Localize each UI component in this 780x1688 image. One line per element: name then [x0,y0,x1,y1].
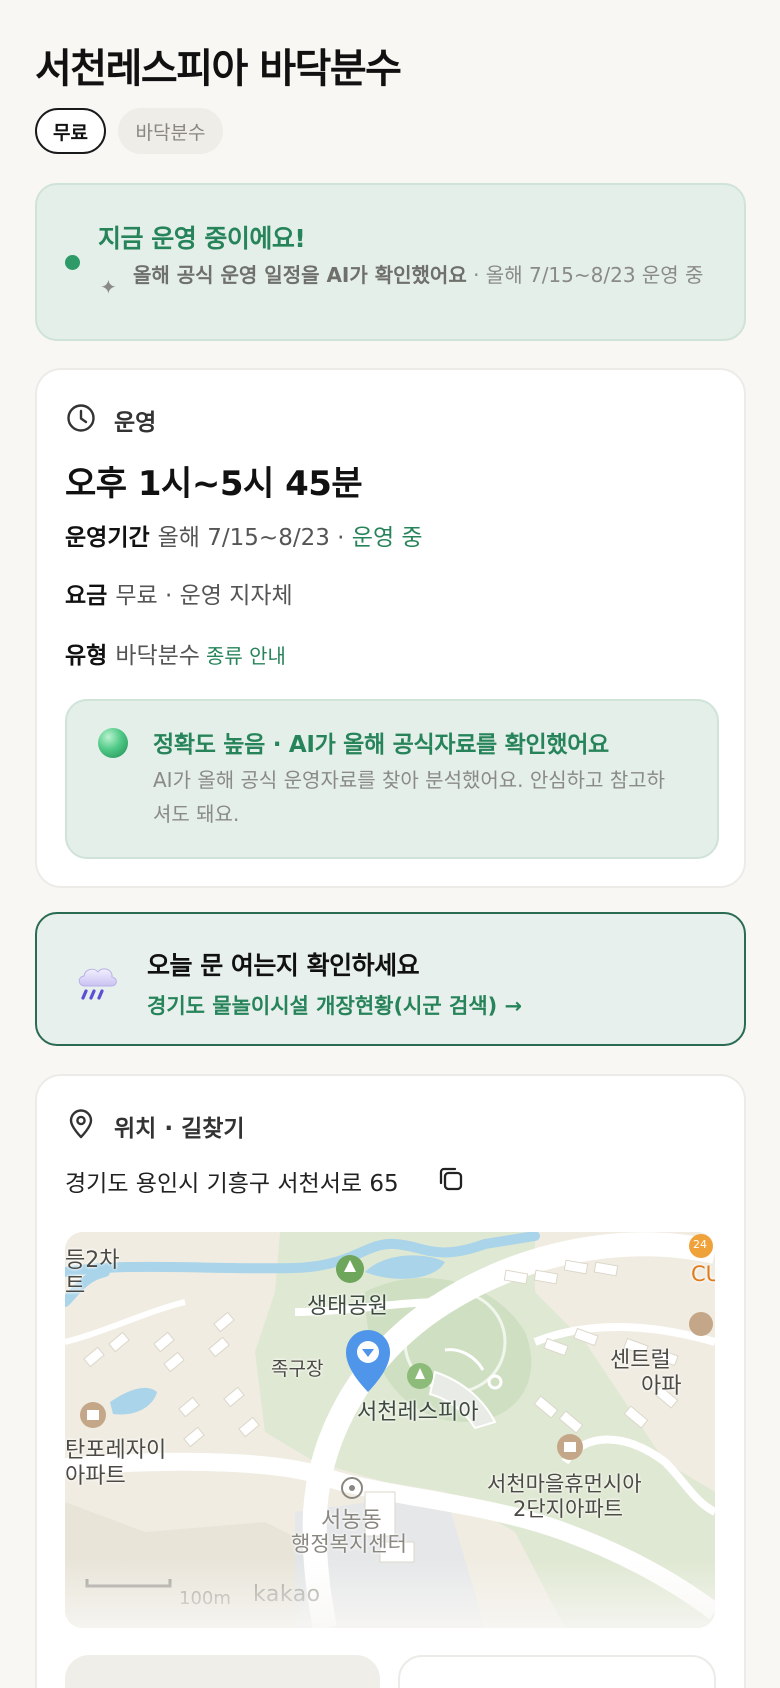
address-text: 경기도 용인시 기흥구 서천서로 65 [65,1171,399,1197]
status-desc-rest: · 올해 7/15~8/23 운영 중 [466,263,704,287]
map-label-24: 24 [693,1238,707,1251]
clock-icon [67,404,95,432]
type-chip[interactable]: 바닥분수 [118,108,223,154]
map-label-seocheon-2: 2단지아파트 [513,1497,623,1521]
accuracy-description: AI가 올해 공식 운영자료를 찾아 분석했어요. 안심하고 참고하셔도 돼요. [153,768,666,826]
period-row: 운영기간 올해 7/15~8/23 · 운영 중 [65,518,423,552]
rain-cloud-icon [78,968,117,1000]
fee-value: 무료 · 운영 지자체 [115,583,293,609]
status-desc-bold: 올해 공식 운영 일정을 AI가 확인했어요 [133,263,467,287]
accuracy-box: 정확도 높음 · AI가 올해 공식자료를 확인했어요 AI가 올해 공식 운영… [65,699,719,859]
accuracy-indicator-icon [98,728,128,758]
fee-row: 요금 무료 · 운영 지자체 [65,576,293,610]
period-status: 운영 중 [351,525,423,551]
map-label-respia: 서천레스피아 [357,1400,479,1425]
place-detail-page: 서천레스피아 바닥분수 무료 바닥분수 지금 운영 중이에요! ✦ 올해 공식 … [0,0,780,1688]
operating-status-card: 지금 운영 중이에요! ✦ 올해 공식 운영 일정을 AI가 확인했어요 · 올… [35,183,746,341]
type-key: 유형 [65,643,108,669]
cta-link[interactable]: 경기도 물놀이시설 개장현황(시군 검색) → [147,990,522,1020]
map-pin-icon [69,1109,93,1139]
map-fade [65,1558,715,1628]
period-key: 운영기간 [65,525,150,551]
page-title: 서천레스피아 바닥분수 [35,46,402,92]
bottom-action-right[interactable] [398,1655,716,1688]
type-value: 바닥분수 [115,643,200,669]
operation-card: 운영 오후 1시~5시 45분 운영기간 올해 7/15~8/23 · 운영 중 … [35,368,746,888]
type-row: 유형 바닥분수 종류 안내 [65,636,286,670]
operating-hours: 오후 1시~5시 45분 [65,464,363,504]
map-label-tanpo-2: 아파트 [65,1464,126,1489]
accuracy-title: 정확도 높음 · AI가 올해 공식자료를 확인했어요 [153,732,609,758]
map-label-park: 생태공원 [307,1294,388,1319]
cta-title: 오늘 문 여는지 확인하세요 [147,951,420,980]
status-title: 지금 운영 중이에요! [98,224,306,253]
status-dot [65,255,80,270]
copy-icon[interactable] [436,1164,466,1194]
fee-key: 요금 [65,583,108,609]
map-label-central-2: 아파 [641,1374,682,1399]
location-map[interactable]: 생태공원 족구장 서천레스피아 센트럴 아파 탄포레자이 아파트 서천마을휴먼시… [65,1232,715,1628]
type-guide-link[interactable]: 종류 안내 [206,644,286,668]
open-check-banner[interactable]: 오늘 문 여는지 확인하세요 경기도 물놀이시설 개장현황(시군 검색) → [35,912,746,1046]
operation-section-label: 운영 [114,410,157,436]
price-chip[interactable]: 무료 [35,108,106,154]
map-label-foot: 족구장 [271,1358,324,1380]
location-card: 위치 · 길찾기 경기도 용인시 기흥구 서천서로 65 생태공원 족구장 서천… [35,1074,746,1688]
period-value: 올해 7/15~8/23 · [157,525,352,551]
location-section-label: 위치 · 길찾기 [114,1116,245,1142]
map-label-seonong-2: 행정복지센터 [291,1532,407,1556]
status-description: 올해 공식 운영 일정을 AI가 확인했어요 · 올해 7/15~8/23 운영… [133,261,723,290]
sparkle-icon: ✦ [100,275,117,299]
bottom-action-left[interactable] [65,1655,380,1688]
map-label-top-left-2: 트 [65,1274,86,1299]
map-label-cu: CU [691,1262,715,1286]
